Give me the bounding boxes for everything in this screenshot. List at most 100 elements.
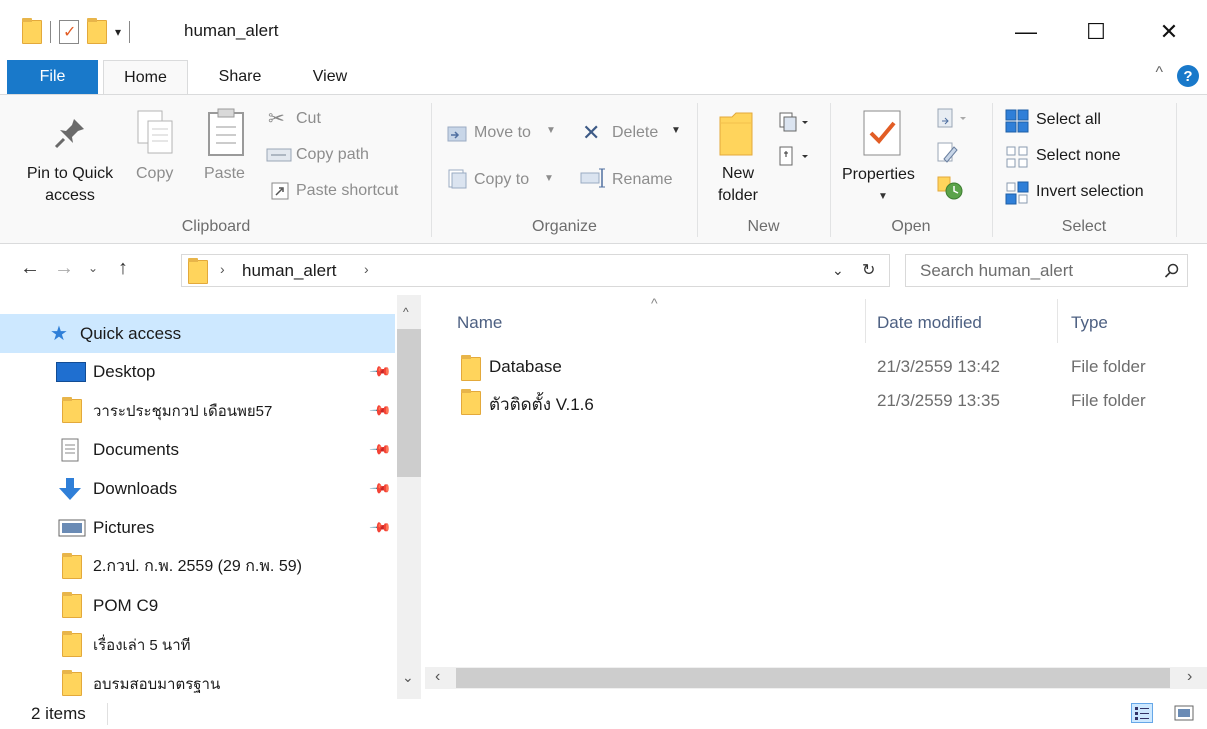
scroll-up-icon[interactable]: ^ xyxy=(403,305,409,319)
pin-icon[interactable]: 📌 xyxy=(369,359,393,383)
chevron-down-icon: ▼ xyxy=(546,125,556,136)
group-separator xyxy=(431,103,432,237)
properties-icon xyxy=(863,110,901,156)
new-item-icon xyxy=(779,112,808,132)
copy-icon xyxy=(137,110,173,154)
paste-label: Paste xyxy=(204,165,245,182)
nav-item-downloads[interactable]: Downloads 📌 xyxy=(0,469,395,508)
pin-icon[interactable]: 📌 xyxy=(369,398,393,422)
pin-icon[interactable]: 📌 xyxy=(369,437,393,461)
nav-item-folder[interactable]: POM C9 xyxy=(0,586,395,625)
nav-item-label: Downloads xyxy=(93,478,178,498)
nav-item-quick-access[interactable]: ★ Quick access xyxy=(0,314,395,353)
nav-item-desktop[interactable]: Desktop 📌 xyxy=(0,352,395,391)
address-dropdown-button[interactable]: ⌄ xyxy=(832,262,844,279)
folder-icon xyxy=(62,396,82,423)
nav-item-folder[interactable]: เรื่องเล่า 5 นาที xyxy=(0,625,395,664)
documents-icon xyxy=(61,438,79,461)
collapse-ribbon-icon[interactable]: ^ xyxy=(1155,64,1163,82)
chevron-down-icon: ▼ xyxy=(671,125,681,136)
copy-path-icon xyxy=(266,148,292,162)
breadcrumb-chevron[interactable]: › xyxy=(364,261,369,277)
pin-label-line1: Pin to Quick xyxy=(26,165,114,182)
up-button[interactable]: ↑ xyxy=(118,257,128,280)
tab-file[interactable]: File xyxy=(7,60,98,94)
history-icon xyxy=(937,176,963,200)
rename-icon xyxy=(580,168,605,188)
nav-scrollbar-thumb[interactable] xyxy=(397,329,421,477)
forward-button[interactable]: → xyxy=(54,257,74,280)
pictures-icon xyxy=(58,519,86,536)
easy-access-icon xyxy=(779,146,808,166)
nav-item-folder[interactable]: อบรมสอบมาตรฐาน xyxy=(0,664,395,703)
copy-to-label: Copy to xyxy=(474,171,530,188)
pin-icon[interactable]: 📌 xyxy=(369,515,393,539)
column-header-type[interactable]: Type xyxy=(1071,313,1108,333)
select-none-label: Select none xyxy=(1036,147,1121,164)
address-bar[interactable]: › human_alert › ⌄ ↻ xyxy=(181,254,890,287)
nav-item-folder[interactable]: 2.กวป. ก.พ. 2559 (29 ก.พ. 59) xyxy=(0,547,395,586)
nav-item-label: เรื่องเล่า 5 นาที xyxy=(93,636,191,654)
folder-icon xyxy=(22,18,42,44)
large-icons-view-icon[interactable] xyxy=(1174,705,1194,721)
paste-shortcut-label: Paste shortcut xyxy=(296,182,399,199)
desktop-icon xyxy=(56,361,86,382)
new-folder-quick-icon[interactable] xyxy=(87,18,107,44)
refresh-icon[interactable]: ↻ xyxy=(862,260,875,280)
properties-quick-icon[interactable] xyxy=(59,20,79,44)
new-folder-label-line2: folder xyxy=(717,187,759,204)
search-icon[interactable] xyxy=(1164,263,1180,279)
column-separator[interactable] xyxy=(865,299,866,343)
folder-icon xyxy=(188,258,208,284)
details-view-icon[interactable] xyxy=(1131,703,1153,723)
column-header-date-modified[interactable]: Date modified xyxy=(877,313,982,333)
nav-item-documents[interactable]: Documents 📌 xyxy=(0,430,395,469)
help-icon[interactable]: ? xyxy=(1177,65,1199,87)
search-box[interactable]: Search human_alert xyxy=(905,254,1188,287)
close-button[interactable]: ✕ xyxy=(1146,14,1192,50)
minimize-button[interactable]: — xyxy=(1003,14,1049,50)
copy-path-label: Copy path xyxy=(296,146,369,163)
nav-item-label: Desktop xyxy=(93,361,156,381)
organize-group-label: Organize xyxy=(532,218,597,235)
nav-item-label: Quick access xyxy=(80,323,182,343)
nav-item-label: วาระประชุมกวป เดือนพย57 xyxy=(93,402,273,420)
item-count: 2 items xyxy=(31,704,86,723)
tab-share[interactable]: Share xyxy=(205,60,275,94)
window-title: human_alert xyxy=(184,21,279,40)
title-bar: ▾ human_alert — ☐ ✕ xyxy=(0,0,1207,60)
scroll-down-icon[interactable]: ⌄ xyxy=(402,669,414,686)
clipboard-group-label: Clipboard xyxy=(181,218,251,235)
file-row[interactable]: Database 21/3/2559 13:42 File folder xyxy=(459,351,1179,385)
toolbar-separator xyxy=(50,21,51,43)
file-type: File folder xyxy=(1071,357,1146,376)
file-type: File folder xyxy=(1071,391,1146,410)
navigation-pane: ★ Quick access Desktop 📌 วาระประชุมกวป เ… xyxy=(0,295,425,699)
breadcrumb-chevron[interactable]: › xyxy=(220,261,225,277)
pin-label-line2: access xyxy=(45,187,95,204)
rename-label: Rename xyxy=(612,171,673,188)
breadcrumb-human-alert[interactable]: human_alert xyxy=(242,261,337,281)
file-row[interactable]: ตัวติดตั้ง V.1.6 21/3/2559 13:35 File fo… xyxy=(459,385,1179,419)
customize-toolbar-button[interactable]: ▾ xyxy=(115,25,121,39)
group-separator xyxy=(830,103,831,237)
folder-icon xyxy=(62,669,82,696)
file-scrollbar-thumb[interactable] xyxy=(456,668,1170,688)
select-none-icon xyxy=(1006,146,1028,168)
nav-item-pictures[interactable]: Pictures 📌 xyxy=(0,508,395,547)
open-icon xyxy=(937,108,966,128)
maximize-button[interactable]: ☐ xyxy=(1073,14,1119,50)
search-placeholder: Search human_alert xyxy=(920,261,1074,280)
column-header-name[interactable]: Name xyxy=(457,313,502,333)
invert-selection-icon xyxy=(1005,181,1029,205)
tab-view[interactable]: View xyxy=(295,60,365,94)
recent-locations-button[interactable]: ⌄ xyxy=(88,261,98,275)
nav-item-label: POM C9 xyxy=(93,595,159,615)
pin-icon[interactable]: 📌 xyxy=(369,476,393,500)
nav-item-folder[interactable]: วาระประชุมกวป เดือนพย57 📌 xyxy=(0,391,395,430)
column-separator[interactable] xyxy=(1057,299,1058,343)
scroll-left-icon[interactable]: ‹ xyxy=(435,668,440,686)
back-button[interactable]: ← xyxy=(20,257,40,280)
scroll-right-icon[interactable]: › xyxy=(1187,668,1192,686)
tab-home[interactable]: Home xyxy=(103,60,188,95)
